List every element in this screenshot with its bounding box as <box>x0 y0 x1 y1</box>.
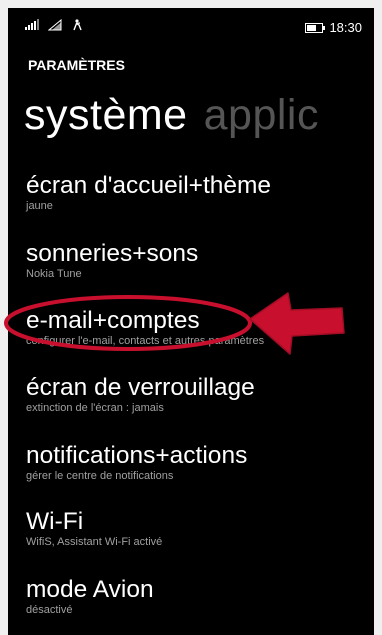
signal-icon <box>25 19 39 30</box>
settings-item-title: Wi-Fi <box>26 508 84 535</box>
settings-item-title: écran d'accueil+thème <box>26 172 272 199</box>
clock: 18:30 <box>329 20 362 35</box>
settings-item-subtitle: Nokia Tune <box>26 268 82 280</box>
settings-item-wifi[interactable]: Wi-Fi WifiS, Assistant Wi-Fi activé <box>26 508 371 549</box>
settings-item-email-accounts[interactable]: e-mail+comptes configurer l'e-mail, cont… <box>26 307 371 348</box>
settings-item-title: mode Avion <box>26 576 154 603</box>
settings-item-title: e-mail+comptes <box>26 307 200 334</box>
settings-item-subtitle: WifiS, Assistant Wi-Fi activé <box>26 536 163 548</box>
settings-item-lock-screen[interactable]: écran de verrouillage extinction de l'éc… <box>26 374 371 415</box>
pivot-header: système applic <box>24 90 319 140</box>
settings-item-subtitle: désactivé <box>26 604 73 616</box>
pivot-tab-applications[interactable]: applic <box>204 91 319 139</box>
settings-item-subtitle: configurer l'e-mail, contacts et autres … <box>26 335 265 347</box>
settings-item-title: notifications+actions <box>26 442 248 469</box>
settings-item-title: sonneries+sons <box>26 240 199 267</box>
status-right: 18:30 <box>305 20 362 35</box>
pivot-tab-systeme[interactable]: système <box>24 91 188 139</box>
phone-screen: 18:30 PARAMÈTRES système applic écran d'a… <box>8 8 374 635</box>
settings-item-airplane-mode[interactable]: mode Avion désactivé <box>26 576 371 617</box>
settings-item-subtitle: extinction de l'écran : jamais <box>26 402 164 414</box>
settings-item-start-theme[interactable]: écran d'accueil+thème jaune <box>26 172 371 213</box>
settings-item-subtitle: gérer le centre de notifications <box>26 470 174 482</box>
quiet-hours-icon <box>73 19 82 31</box>
settings-item-title: écran de verrouillage <box>26 374 255 401</box>
settings-item-notifications-actions[interactable]: notifications+actions gérer le centre de… <box>26 442 371 483</box>
wifi-icon <box>48 18 62 30</box>
battery-icon <box>305 22 326 33</box>
settings-item-subtitle: jaune <box>26 200 53 212</box>
status-bar: 18:30 <box>8 8 374 48</box>
settings-item-ringtones-sounds[interactable]: sonneries+sons Nokia Tune <box>26 240 371 281</box>
status-icons <box>25 18 84 31</box>
page-header: PARAMÈTRES <box>28 57 125 73</box>
